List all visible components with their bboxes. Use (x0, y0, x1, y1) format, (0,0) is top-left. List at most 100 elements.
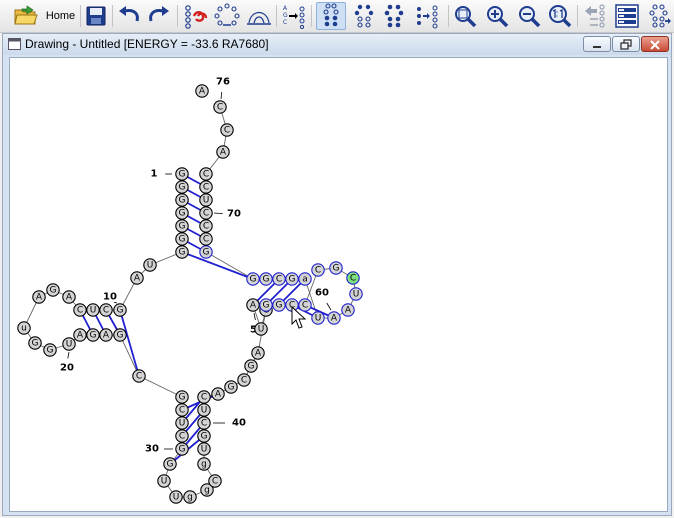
nucleotide[interactable]: C (175, 429, 189, 443)
nucleotide[interactable]: A (32, 290, 46, 304)
nucleotide[interactable]: C (197, 390, 211, 404)
nucleotide[interactable]: G (199, 245, 213, 259)
restore-button[interactable] (612, 36, 640, 52)
nucleotide[interactable]: G (175, 167, 189, 181)
link-button[interactable] (181, 2, 209, 30)
arc-layout-button[interactable] (245, 2, 273, 30)
nucleotide[interactable]: C (213, 100, 227, 114)
open-folder-button[interactable] (12, 2, 40, 30)
nucleotide[interactable]: g (197, 457, 211, 471)
nucleotide[interactable]: U (86, 303, 100, 317)
nucleotide[interactable]: G (175, 219, 189, 233)
nucleotide[interactable]: G (246, 272, 260, 286)
close-button[interactable] (641, 36, 669, 52)
nucleotide[interactable]: A (216, 145, 230, 159)
nucleotide[interactable]: U (169, 490, 183, 504)
minimize-button[interactable] (583, 36, 611, 52)
undo-button[interactable] (115, 2, 143, 30)
nucleotide[interactable]: C (175, 403, 189, 417)
nucleotide[interactable]: C (346, 271, 360, 285)
nucleotide[interactable]: U (254, 322, 268, 336)
terminal-loop-select-button[interactable] (380, 2, 408, 30)
nucleotide[interactable]: C (220, 123, 234, 137)
nucleotide[interactable]: C (311, 263, 325, 277)
nucleotide[interactable]: G (224, 380, 238, 394)
nucleotide[interactable]: G (46, 283, 60, 297)
nucleotide[interactable]: G (28, 336, 42, 350)
nucleotide[interactable]: C (199, 232, 213, 246)
nucleotide[interactable]: U (143, 258, 157, 272)
rna-secondary-structure[interactable]: 11020304050607076 GGGGGGGUAGCUCAGAuGGUAG… (10, 58, 667, 511)
window-titlebar[interactable]: Drawing - Untitled [ENERGY = -33.6 RA768… (3, 34, 671, 55)
nucleotide[interactable]: A (327, 311, 341, 325)
nucleotide[interactable]: G (197, 429, 211, 443)
nucleotide[interactable]: C (197, 416, 211, 430)
nucleotide[interactable]: g (183, 490, 197, 504)
nucleotide[interactable]: G (43, 343, 57, 357)
nucleotide[interactable]: C (298, 298, 312, 312)
nucleotide[interactable]: G (175, 390, 189, 404)
nucleotide[interactable]: G (113, 303, 127, 317)
nucleotide[interactable]: G (259, 298, 273, 312)
nucleotide[interactable]: C (208, 474, 222, 488)
nucleotide[interactable]: U (197, 403, 211, 417)
nucleotide[interactable]: C (99, 303, 113, 317)
circular-layout-button[interactable] (213, 2, 241, 30)
nucleotide[interactable]: A (99, 328, 113, 342)
home-button[interactable]: Home (40, 2, 78, 30)
nucleotide[interactable]: G (259, 272, 273, 286)
nucleotide[interactable]: G (175, 180, 189, 194)
nucleotide[interactable]: U (349, 287, 363, 301)
nucleotide[interactable]: A (130, 271, 144, 285)
nucleotide[interactable]: U (197, 442, 211, 456)
nucleotide[interactable]: U (175, 416, 189, 430)
color-map-button[interactable] (613, 2, 641, 30)
nucleotide[interactable]: U (311, 311, 325, 325)
nucleotide[interactable]: C (199, 167, 213, 181)
helix-select-button[interactable] (316, 2, 346, 30)
nucleotide[interactable]: A (195, 84, 209, 98)
nucleotide[interactable]: G (329, 261, 343, 275)
nucleotide[interactable]: G (272, 298, 286, 312)
redo-button[interactable] (145, 2, 173, 30)
nucleotide[interactable]: A (211, 387, 225, 401)
nucleotide[interactable]: C (199, 219, 213, 233)
nucleotide[interactable]: A (341, 303, 355, 317)
nucleotide[interactable]: A (251, 346, 265, 360)
nucleotide[interactable]: C (272, 272, 286, 286)
nucleotide[interactable]: G (175, 245, 189, 259)
nucleotide[interactable]: G (285, 272, 299, 286)
nucleotide[interactable]: A (62, 290, 76, 304)
nucleotide[interactable]: G (175, 206, 189, 220)
nucleotide[interactable]: U (199, 193, 213, 207)
nucleotide[interactable]: A (246, 298, 260, 312)
nucleotide[interactable]: G (86, 328, 100, 342)
structure-export-button[interactable] (645, 2, 673, 30)
nucleotide[interactable]: U (62, 337, 76, 351)
zoom-out-button[interactable] (515, 2, 543, 30)
zoom-fit-button[interactable] (451, 2, 479, 30)
save-button[interactable] (83, 2, 109, 30)
nucleotide[interactable]: C (199, 180, 213, 194)
nucleotide[interactable]: C (199, 206, 213, 220)
loop-select-button[interactable] (350, 2, 378, 30)
nucleotide[interactable]: a (298, 272, 312, 286)
exterior-select-button[interactable] (414, 2, 444, 30)
zoom-reset-button[interactable] (546, 2, 574, 30)
sequence-to-structure-button[interactable]: A G C (280, 2, 308, 30)
nucleotide[interactable]: G (244, 359, 258, 373)
nucleotide[interactable]: G (175, 193, 189, 207)
nucleotide[interactable]: G (175, 442, 189, 456)
nucleotide[interactable]: C (132, 369, 146, 383)
nucleotide[interactable]: u (17, 321, 31, 335)
drawing-canvas[interactable]: 11020304050607076 GGGGGGGUAGCUCAGAuGGUAG… (9, 57, 668, 512)
zoom-in-button[interactable] (483, 2, 511, 30)
nucleotide[interactable]: U (157, 474, 171, 488)
nucleotide[interactable]: G (163, 457, 177, 471)
nucleotide[interactable]: C (237, 373, 251, 387)
nucleotide[interactable]: A (73, 328, 87, 342)
nucleotide[interactable]: G (113, 328, 127, 342)
flip-button[interactable] (581, 2, 611, 30)
nucleotide[interactable]: C (73, 303, 87, 317)
nucleotide[interactable]: G (175, 232, 189, 246)
